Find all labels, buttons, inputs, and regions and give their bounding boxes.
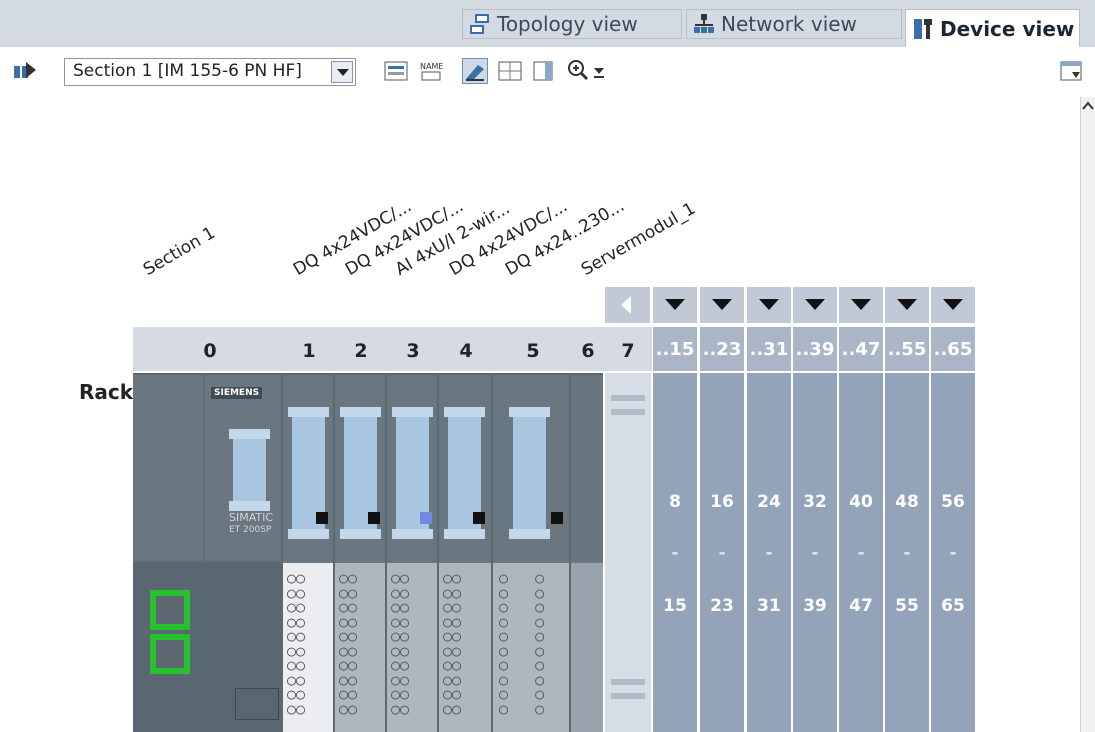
network-icon (693, 13, 715, 35)
slot-range-start: 8 (669, 492, 681, 512)
tab-label: Device view (940, 16, 1075, 41)
slot-number: 4 (459, 340, 473, 362)
slot-number: 0 (203, 340, 217, 362)
slot-range-start: 56 (941, 492, 965, 512)
expansion-header: ..23 (700, 327, 744, 371)
io-module-slot-3[interactable]: ○○ ○○ ○○ ○○ ○○ ○○ ○○ ○○ ○○ ○○ (387, 375, 437, 732)
slot-number: 1 (302, 340, 316, 362)
show-module-names-icon[interactable]: NAME (418, 58, 444, 84)
scroll-up-icon[interactable] (1081, 97, 1095, 137)
rack-label: Rack (79, 380, 134, 404)
slot-range-start: 24 (757, 492, 781, 512)
empty-slot-7[interactable] (605, 373, 651, 732)
slot-range-sep: - (765, 543, 773, 563)
slot-range-end: 23 (710, 596, 734, 616)
collapse-panel-icon[interactable] (1058, 58, 1084, 84)
slot-range-end: 47 (849, 596, 873, 616)
status-led (420, 512, 432, 524)
port-cover (235, 688, 279, 720)
section-select[interactable]: Section 1 [IM 155-6 PN HF] (64, 58, 356, 86)
slot-range-end: 55 (895, 596, 919, 616)
server-module-slot-6[interactable] (571, 375, 603, 732)
ethernet-port-2[interactable] (150, 634, 190, 674)
slot-number: 7 (621, 340, 635, 362)
status-led (316, 512, 328, 524)
io-module-slot-5[interactable]: ○ ○ ○ ○ ○ ○ ○ ○ ○ ○ ○ ○ ○ ○ ○ ○ ○ ○ ○ ○ (493, 375, 569, 732)
status-led (551, 512, 563, 524)
slot-number: 5 (526, 340, 540, 362)
simatic-text: SIMATIC (229, 511, 274, 524)
ethernet-port-1[interactable] (150, 590, 190, 630)
show-labels-icon[interactable] (462, 58, 488, 84)
slot-range-end: 15 (663, 596, 687, 616)
expansion-header: ..15 (653, 327, 697, 371)
slot-range-sep: - (903, 543, 911, 563)
terminal-holes: ○○ ○○ ○○ ○○ ○○ ○○ ○○ ○○ ○○ ○○ (339, 569, 358, 718)
name-icon-text: NAME (420, 62, 443, 71)
topology-icon (469, 13, 491, 35)
io-module-slot-2[interactable]: ○○ ○○ ○○ ○○ ○○ ○○ ○○ ○○ ○○ ○○ (335, 375, 385, 732)
vertical-scrollbar[interactable] (1080, 97, 1095, 732)
expansion-header: ..31 (747, 327, 791, 371)
expand-slots-icon[interactable] (931, 287, 975, 323)
slot-range-sep: - (857, 543, 865, 563)
et200sp-text: ET 200SP (229, 525, 272, 535)
scroll-left-icon[interactable] (605, 287, 650, 323)
slot-range-sep: - (811, 543, 819, 563)
chevron-down-icon[interactable] (331, 61, 353, 83)
tab-label: Network view (721, 12, 857, 36)
tab-network-view[interactable]: Network view (686, 9, 902, 39)
siemens-logo: SIEMENS (211, 387, 263, 399)
status-led (368, 512, 380, 524)
expansion-header: ..55 (885, 327, 929, 371)
module-spring-terminal (509, 407, 550, 539)
tab-topology-view[interactable]: Topology view (462, 9, 682, 39)
terminal-holes: ○○ ○○ ○○ ○○ ○○ ○○ ○○ ○○ ○○ ○○ (391, 569, 410, 718)
slot-number: 3 (406, 340, 420, 362)
section-select-value: Section 1 [IM 155-6 PN HF] (73, 61, 302, 81)
slot-range-sep: - (718, 543, 726, 563)
slot-range-end: 31 (757, 596, 781, 616)
expand-slots-icon[interactable] (839, 287, 883, 323)
slot-range-sep: - (671, 543, 679, 563)
expand-slots-icon[interactable] (885, 287, 929, 323)
view-tab-bar: Topology view Network view Device view (0, 0, 1095, 47)
expand-slots-icon[interactable] (747, 287, 791, 323)
zoom-dropdown-icon[interactable] (592, 58, 606, 84)
slot-range-start: 16 (710, 492, 734, 512)
device-icon (912, 18, 934, 40)
tab-device-view[interactable]: Device view (905, 9, 1080, 47)
expansion-header: ..65 (931, 327, 975, 371)
slot-range-start: 40 (849, 492, 873, 512)
expansion-header: ..39 (793, 327, 837, 371)
table-view-icon[interactable] (531, 58, 557, 84)
terminal-holes: ○○ ○○ ○○ ○○ ○○ ○○ ○○ ○○ ○○ ○○ (287, 569, 306, 718)
slot-range-end: 65 (941, 596, 965, 616)
module-spring-terminal (229, 429, 270, 511)
slot-range-sep: - (949, 543, 957, 563)
slot-range-start: 48 (895, 492, 919, 512)
expand-slots-icon[interactable] (653, 287, 697, 323)
interface-module-im155[interactable]: SIEMENS SIMATIC ET 200SP (133, 375, 281, 732)
slot-range-end: 39 (803, 596, 827, 616)
grid-icon[interactable] (497, 58, 523, 84)
properties-icon[interactable] (383, 58, 409, 84)
expand-slots-icon[interactable] (700, 287, 744, 323)
terminal-holes: ○○ ○○ ○○ ○○ ○○ ○○ ○○ ○○ ○○ ○○ (443, 569, 462, 718)
expansion-header: ..47 (839, 327, 883, 371)
slot-range-start: 32 (803, 492, 827, 512)
terminal-holes: ○ ○ ○ ○ ○ ○ ○ ○ ○ ○ ○ ○ ○ ○ ○ ○ ○ ○ ○ ○ (499, 569, 545, 718)
io-module-slot-1[interactable]: ○○ ○○ ○○ ○○ ○○ ○○ ○○ ○○ ○○ ○○ (283, 375, 333, 732)
zoom-icon[interactable] (566, 58, 592, 84)
expand-slots-icon[interactable] (793, 287, 837, 323)
go-to-network-icon[interactable] (12, 58, 38, 84)
tab-label: Topology view (497, 12, 638, 36)
slot-number: 6 (581, 340, 595, 362)
status-led (473, 512, 485, 524)
slot-number: 2 (354, 340, 368, 362)
io-module-slot-4[interactable]: ○○ ○○ ○○ ○○ ○○ ○○ ○○ ○○ ○○ ○○ (439, 375, 491, 732)
